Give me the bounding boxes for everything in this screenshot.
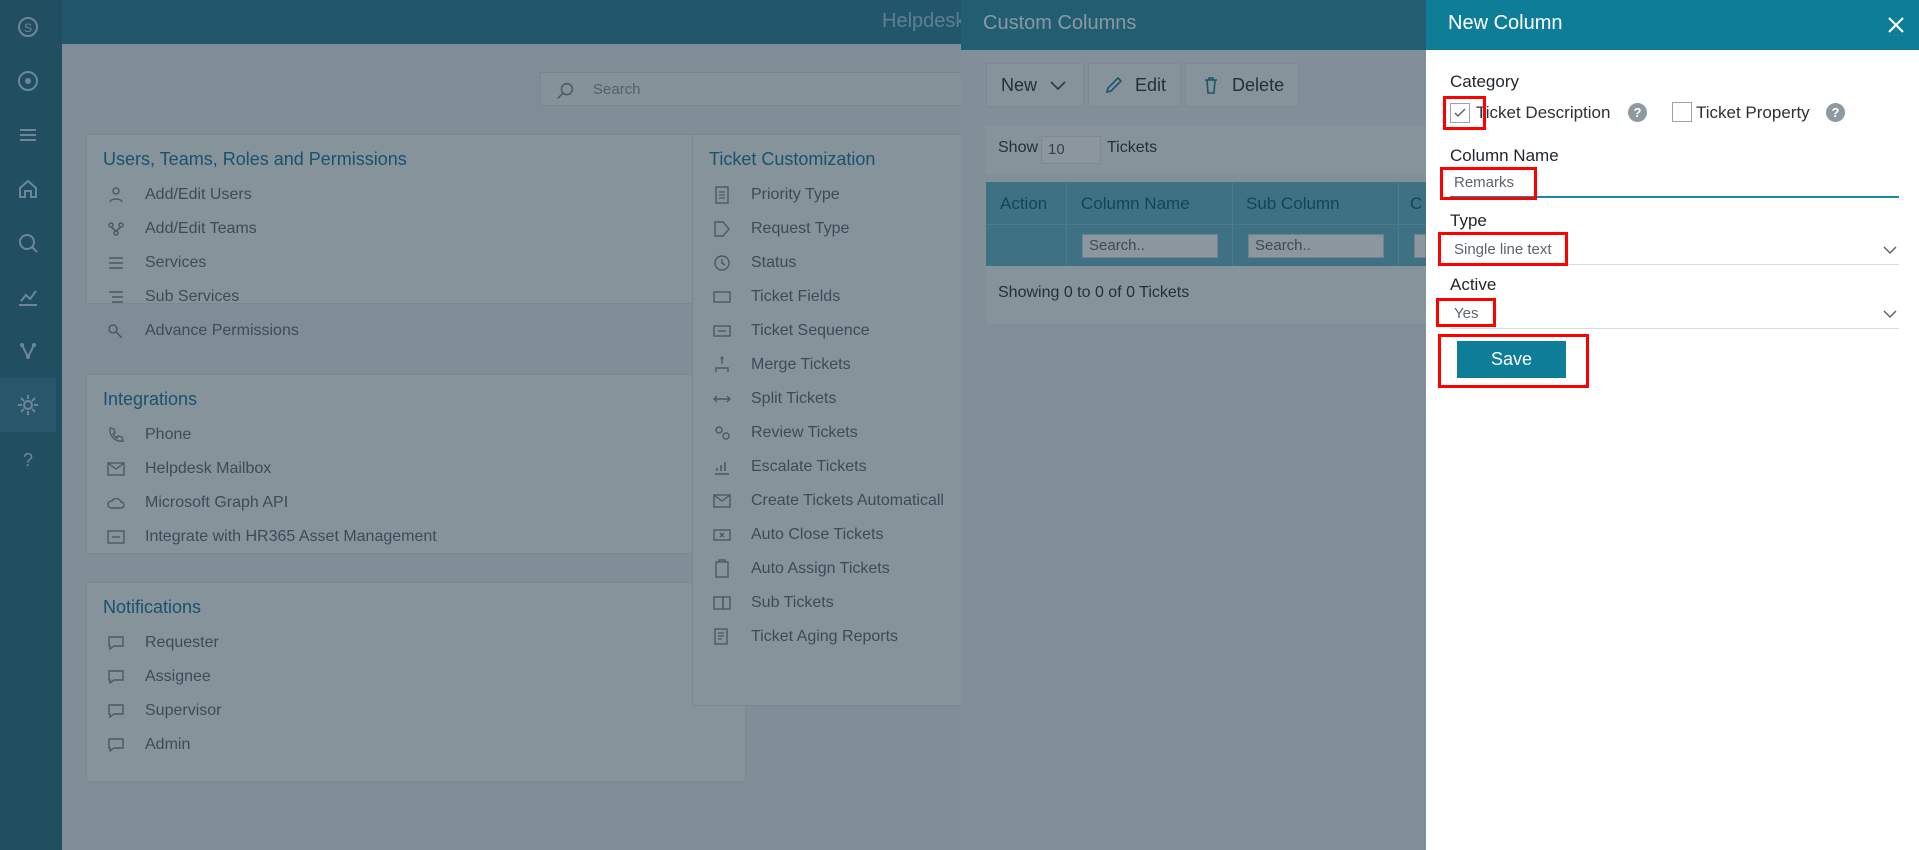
ticket-property-checkbox[interactable]: [1672, 102, 1692, 122]
active-label: Active: [1450, 275, 1497, 294]
new-column-header: New Column: [1426, 0, 1919, 50]
column-name-label: Column Name: [1450, 146, 1559, 165]
highlight-type: [1438, 232, 1568, 266]
help-icon[interactable]: ?: [1826, 103, 1845, 122]
category-label: Category: [1450, 72, 1519, 91]
close-icon[interactable]: [1883, 12, 1909, 38]
help-icon[interactable]: ?: [1628, 103, 1647, 122]
highlight-column-name: [1440, 167, 1537, 200]
new-column-title: New Column: [1448, 12, 1563, 34]
chevron-down-icon: [1883, 310, 1897, 318]
chevron-down-icon: [1883, 246, 1897, 254]
highlight-save-button: [1438, 334, 1589, 388]
active-select[interactable]: Yes: [1450, 299, 1899, 329]
helpdesk-app: S ? Helpdesk Search: [0, 0, 1919, 850]
ticket-property-option[interactable]: Ticket Property: [1696, 103, 1810, 123]
ticket-description-option[interactable]: Ticket Description: [1476, 103, 1610, 123]
new-column-panel: New Column Category Ticket Description ?…: [1426, 0, 1919, 850]
highlight-category-checkbox: [1443, 96, 1486, 130]
panel-dim-overlay: [961, 0, 1426, 850]
highlight-active: [1436, 298, 1496, 327]
type-label: Type: [1450, 211, 1487, 230]
background-dim-overlay: [0, 0, 961, 850]
